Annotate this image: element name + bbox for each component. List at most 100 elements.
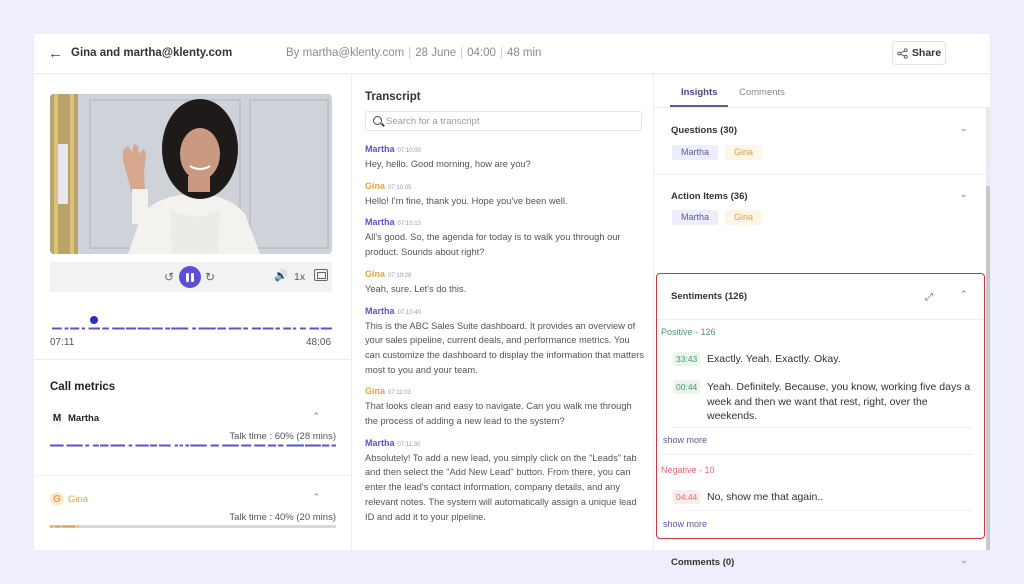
transcript-search[interactable]: [365, 111, 642, 131]
timeline-scrubber[interactable]: [90, 316, 98, 324]
waveform-segment: [52, 327, 62, 330]
waveform-segment: [222, 444, 239, 447]
transcript-timestamp[interactable]: 07:10:28: [388, 273, 411, 279]
timeline-waveform: [52, 327, 332, 330]
insights-panel: Insights Comments Questions (30) ⌄ Marth…: [654, 74, 990, 568]
sentiments-section: Sentiments (126) ⤢ ⌃ Positive - 126 33:4…: [656, 273, 985, 539]
talk-time-bar: [50, 525, 336, 528]
current-time: 07:11: [50, 337, 75, 348]
action-items-title[interactable]: Action Items (36): [671, 191, 748, 202]
search-icon: [373, 116, 382, 125]
waveform-segment: [66, 444, 83, 447]
meta-time: 04:00: [467, 47, 496, 59]
positive-label: Positive - 126: [661, 327, 716, 337]
chevron-down-icon[interactable]: ⌄: [960, 555, 968, 566]
transcript-entry[interactable]: Gina 07:10:28 Yeah, sure. Let's do this.: [365, 268, 645, 297]
chevron-up-icon[interactable]: ⌃: [960, 289, 968, 300]
share-icon: [897, 47, 908, 59]
waveform-segment: [110, 444, 126, 447]
pill-martha[interactable]: Martha: [672, 145, 719, 160]
transcript-entry-header: Martha 07:10:40: [365, 305, 645, 319]
transcript-entry-header: Martha 07:11:30: [365, 437, 645, 451]
transcript-entry[interactable]: Martha 07:10:00 Hey, hello. Good morning, …: [365, 143, 645, 172]
share-button[interactable]: Share: [892, 41, 946, 65]
waveform-segment: [135, 444, 149, 447]
transcript-entry-header: Martha 07:10:00: [365, 143, 645, 157]
waveform-segment: [50, 444, 64, 447]
forward-icon[interactable]: ↻: [205, 270, 215, 284]
pause-bar: [186, 272, 189, 282]
tab-comments[interactable]: Comments: [739, 87, 785, 98]
transcript-entry[interactable]: Martha 07:10:40 This is the ABC Sales Suit…: [365, 305, 645, 378]
transcript-entry[interactable]: Martha 07:10:13 All's good. So, the agenda…: [365, 216, 645, 259]
pill-gina[interactable]: Gina: [725, 210, 763, 225]
meta-separator: |: [499, 47, 503, 59]
waveform-segment: [81, 327, 85, 330]
video-player[interactable]: [50, 94, 332, 254]
waveform-segment: [241, 444, 252, 447]
transcript-entry-header: Gina 07:10:28: [365, 268, 645, 282]
transcript-timestamp[interactable]: 07:10:05: [388, 185, 411, 191]
chevron-down-icon[interactable]: ⌄: [960, 189, 968, 200]
waveform-segment: [262, 327, 274, 330]
meta-separator: |: [408, 47, 412, 59]
expand-icon[interactable]: ⤢: [925, 292, 933, 303]
waveform-segment: [192, 327, 197, 330]
transcript-entry[interactable]: Martha 07:11:30 Absolutely! To add a new l…: [365, 437, 645, 525]
waveform-segment: [228, 327, 242, 330]
transcript-entry[interactable]: Gina 07:10:05 Hello! I'm fine, thank you. …: [365, 180, 645, 209]
call-recording-app: ← Gina and martha@klenty.com By martha@k…: [34, 34, 990, 568]
transcript-text: This is the ABC Sales Suite dashboard. I…: [365, 320, 645, 375]
transcript-timestamp[interactable]: 07:11:30: [398, 442, 421, 448]
speaker-name: Martha: [365, 437, 395, 448]
scrollbar-thumb[interactable]: [986, 186, 990, 550]
search-input[interactable]: [386, 114, 636, 128]
playback-timeline[interactable]: [52, 316, 332, 330]
pause-button[interactable]: [179, 266, 201, 288]
waveform-segment: [102, 327, 109, 330]
fullscreen-icon[interactable]: [314, 269, 328, 281]
waveform-segment: [320, 327, 332, 330]
waveform-segment: [54, 525, 61, 528]
back-arrow-icon[interactable]: ←: [48, 45, 63, 62]
speaker-name: Gina: [365, 268, 386, 279]
pill-gina[interactable]: Gina: [725, 145, 763, 160]
show-more-positive[interactable]: show more: [663, 435, 707, 445]
waveform-segment: [198, 327, 216, 330]
call-metrics-title: Call metrics: [50, 381, 116, 393]
questions-title[interactable]: Questions (30): [671, 125, 737, 136]
transcript-timestamp[interactable]: 07:10:40: [398, 310, 421, 316]
chevron-down-icon[interactable]: ⌄: [960, 123, 968, 134]
transcript-entry[interactable]: Gina 07:11:03 That looks clean and easy to…: [365, 385, 645, 428]
show-more-negative[interactable]: show more: [663, 519, 707, 529]
playback-speed[interactable]: 1x: [294, 271, 305, 283]
divider: [654, 174, 986, 175]
active-tab-indicator: [670, 105, 728, 107]
comments-title[interactable]: Comments (0): [671, 557, 734, 568]
pill-martha[interactable]: Martha: [672, 210, 719, 225]
meta-duration: 48 min: [506, 47, 542, 59]
divider: [673, 510, 973, 511]
waveform-segment: [179, 444, 183, 447]
divider: [34, 359, 352, 360]
waveform-segment: [267, 444, 277, 447]
chevron-up-icon[interactable]: ⌃: [312, 492, 320, 503]
tab-insights[interactable]: Insights: [681, 87, 717, 98]
call-title: Gina and martha@klenty.com: [71, 47, 233, 59]
sentiments-title[interactable]: Sentiments (126): [671, 291, 747, 302]
transcript-list: Martha 07:10:00 Hey, hello. Good morning, …: [365, 143, 645, 532]
divider: [661, 454, 973, 455]
sentiment-timestamp[interactable]: 33:43: [673, 352, 701, 366]
transcript-timestamp[interactable]: 07:10:13: [398, 221, 421, 227]
rewind-icon[interactable]: ↺: [164, 270, 174, 284]
speaker-name: Gina: [68, 494, 89, 505]
waveform-segment: [100, 444, 109, 447]
sentiment-timestamp[interactable]: 04:44: [673, 490, 701, 504]
volume-icon[interactable]: 🔊: [274, 269, 288, 282]
transcript-timestamp[interactable]: 07:10:00: [398, 148, 421, 154]
transcript-text: Yeah, sure. Let's do this.: [365, 283, 467, 294]
sentiment-timestamp[interactable]: 00:44: [673, 380, 701, 394]
chevron-up-icon[interactable]: ⌃: [312, 411, 320, 422]
transcript-timestamp[interactable]: 07:11:03: [388, 390, 411, 396]
talk-time: Talk time : 40% (20 mins): [229, 512, 336, 523]
